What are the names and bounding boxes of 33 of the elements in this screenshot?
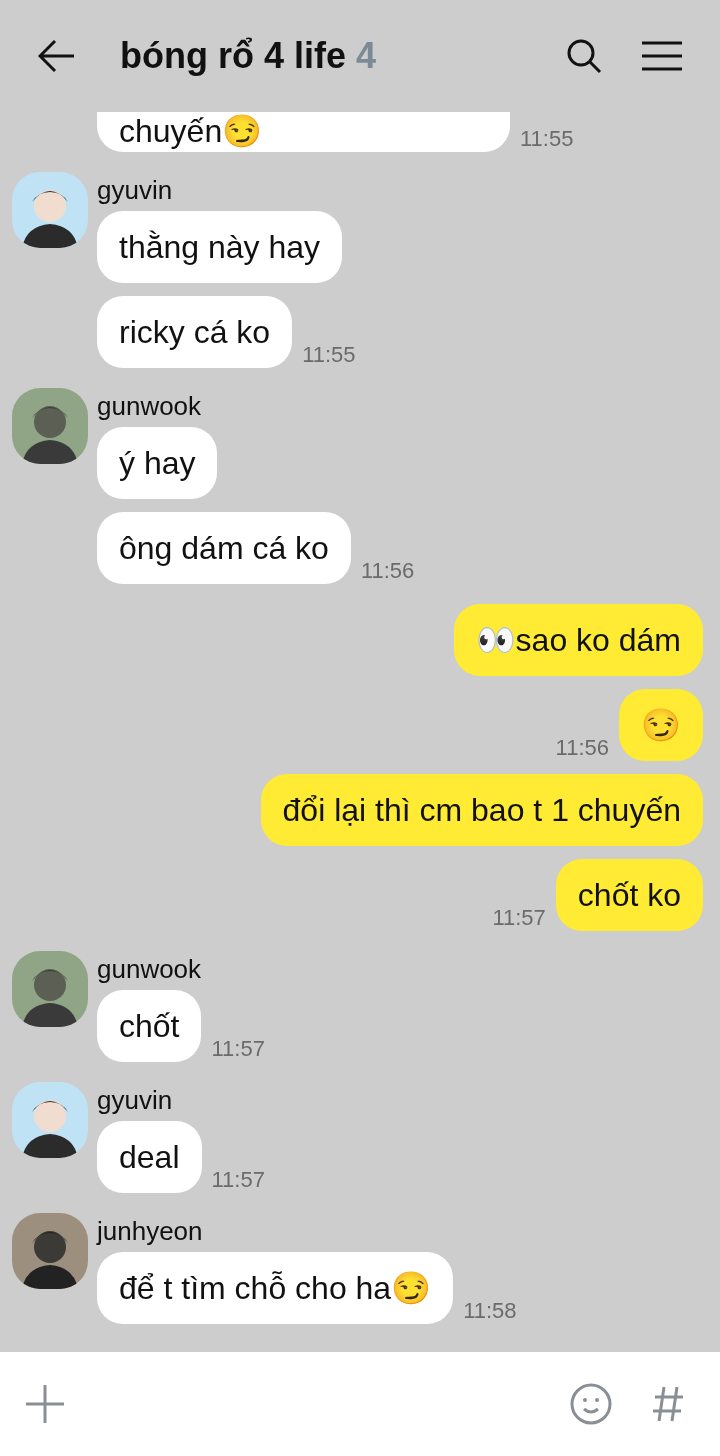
message-time: 11:58 bbox=[463, 1300, 517, 1324]
plus-icon[interactable] bbox=[26, 1385, 64, 1423]
message-time: 11:57 bbox=[211, 1169, 265, 1193]
chat-title: bóng rổ 4 life bbox=[120, 35, 346, 76]
back-arrow-icon[interactable] bbox=[38, 39, 76, 73]
message-bubble: ý hay bbox=[97, 427, 218, 499]
message-bubble: deal bbox=[97, 1121, 202, 1193]
message-time: 11:55 bbox=[520, 128, 574, 152]
hashtag-icon[interactable] bbox=[652, 1385, 684, 1423]
message-bubble: để t tìm chỗ cho ha😏 bbox=[97, 1252, 454, 1324]
message-bubble: đổi lại thì cm bao t 1 chuyến bbox=[260, 774, 703, 846]
sender-name: gyuvin bbox=[97, 176, 173, 204]
sender-name: gyuvin bbox=[97, 1086, 173, 1114]
message-bubble: ông dám cá ko bbox=[97, 512, 351, 584]
search-icon[interactable] bbox=[566, 38, 602, 74]
message-bubble: chốt bbox=[97, 990, 202, 1062]
message-bubble: 😏 bbox=[619, 689, 703, 761]
message-time: 11:56 bbox=[555, 737, 609, 761]
sender-name: junhyeon bbox=[97, 1217, 203, 1245]
emoji-icon[interactable] bbox=[570, 1383, 612, 1425]
message-time: 11:57 bbox=[211, 1038, 265, 1062]
menu-icon[interactable] bbox=[642, 41, 682, 71]
message-bubble: chốt ko bbox=[555, 859, 703, 931]
member-count: 4 bbox=[356, 35, 377, 76]
sender-name: gunwook bbox=[97, 955, 202, 983]
sender-name: gunwook bbox=[97, 392, 202, 420]
message-bubble: chuyến😏 bbox=[97, 112, 510, 152]
message-bubble: 👀sao ko dám bbox=[453, 604, 703, 676]
message-time: 11:57 bbox=[492, 907, 546, 931]
message-bubble: ricky cá ko bbox=[97, 296, 293, 368]
message-time: 11:55 bbox=[302, 344, 356, 368]
message-time: 11:56 bbox=[360, 560, 415, 584]
message-bubble: thằng này hay bbox=[97, 211, 343, 283]
